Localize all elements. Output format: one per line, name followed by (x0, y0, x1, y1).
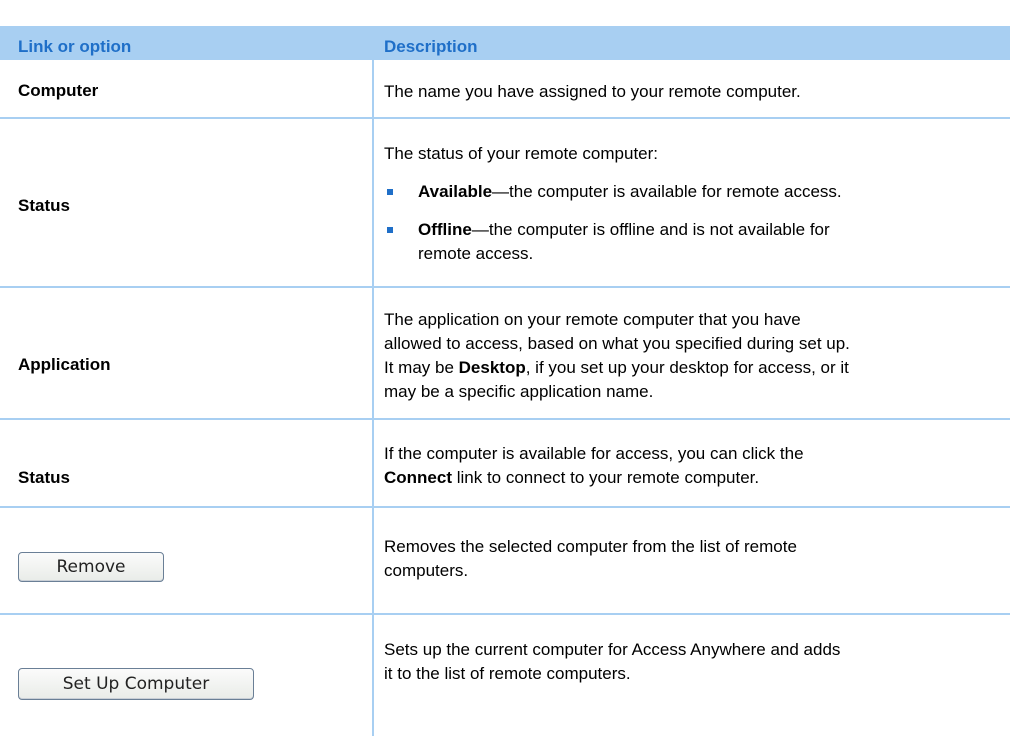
header-description: Description (384, 37, 478, 56)
row-status-connect-line2: Connect link to connect to your remote c… (384, 466, 1004, 490)
row-application-line2: allowed to access, based on what you spe… (384, 334, 850, 353)
row-setup-line1: Sets up the current computer for Access … (384, 640, 841, 659)
row-setup-line2: it to the list of remote computers. (384, 664, 631, 683)
desktop-term: Desktop (458, 358, 526, 377)
row-application-label: Application (18, 355, 111, 374)
row-status-connect-label: Status (18, 468, 70, 487)
app-line3-post: , if you set up your desktop for access,… (525, 358, 849, 377)
row-computer-label: Computer (18, 81, 99, 100)
row-status-label: Status (18, 196, 70, 215)
row-status-bullet-offline-cont: remote access. (418, 244, 534, 263)
row-status-bullet-available: Available—the computer is available for … (418, 180, 1010, 204)
row-divider (0, 613, 1010, 615)
row-status-connect-line1: If the computer is available for access,… (384, 444, 804, 463)
connect-text: link to connect to your remote computer. (452, 468, 760, 487)
connect-term: Connect (384, 468, 452, 487)
row-application-line1: The application on your remote computer … (384, 310, 801, 329)
row-remove-line1: Removes the selected computer from the l… (384, 537, 797, 556)
column-divider (372, 60, 374, 736)
available-text: —the computer is available for remote ac… (492, 182, 842, 201)
row-divider (0, 286, 1010, 288)
header-link-or-option: Link or option (18, 37, 132, 56)
offline-term: Offline (418, 220, 472, 239)
row-application-line3: It may be Desktop, if you set up your de… (384, 356, 1004, 380)
row-computer-description: The name you have assigned to your remot… (384, 82, 801, 101)
bullet-icon (387, 189, 393, 195)
bullet-icon (387, 227, 393, 233)
available-term: Available (418, 182, 493, 201)
top-margin (0, 0, 1010, 26)
row-remove-line2: computers. (384, 561, 469, 580)
row-status-bullet-offline: Offline—the computer is offline and is n… (418, 218, 1010, 242)
options-table: Link or option Description Computer The … (0, 0, 1010, 748)
row-divider (0, 117, 1010, 119)
set-up-computer-button[interactable]: Set Up Computer (18, 668, 254, 700)
row-divider (0, 418, 1010, 420)
offline-text: —the computer is offline and is not avai… (471, 220, 830, 239)
row-application-line4: may be a specific application name. (384, 382, 654, 401)
app-line3-pre: It may be (384, 358, 459, 377)
row-divider (0, 506, 1010, 508)
table-header: Link or option Description (0, 26, 1010, 60)
row-status-intro: The status of your remote computer: (384, 144, 659, 163)
remove-button[interactable]: Remove (18, 552, 164, 582)
